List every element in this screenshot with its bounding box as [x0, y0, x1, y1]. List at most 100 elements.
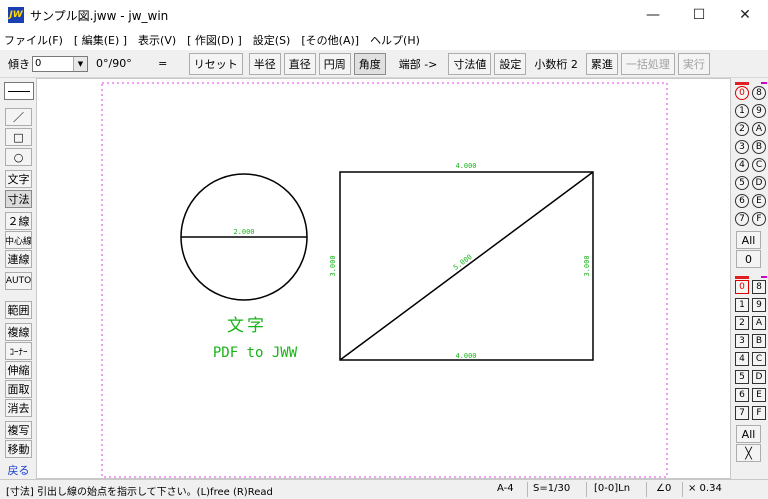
- circumference-button[interactable]: 円周: [318, 52, 351, 75]
- layer-group-a[interactable]: A: [752, 122, 766, 136]
- layer-group-7[interactable]: 7: [735, 212, 749, 226]
- tool-erase[interactable]: 消去: [5, 399, 32, 417]
- menu-view[interactable]: 表示(V): [138, 32, 176, 48]
- layer-2[interactable]: 2: [735, 316, 749, 330]
- status-angle[interactable]: ∠0: [656, 483, 671, 494]
- tool-text[interactable]: 文字: [5, 170, 32, 188]
- chevron-down-icon[interactable]: ▼: [73, 56, 87, 71]
- equal-button[interactable]: =: [151, 53, 175, 75]
- execute-button[interactable]: 実行: [677, 52, 710, 75]
- layer-group-2[interactable]: 2: [735, 122, 749, 136]
- dim-value-button[interactable]: 寸法値: [448, 52, 492, 75]
- layer-group-e[interactable]: E: [752, 194, 766, 208]
- menu-edit[interactable]: [ 編集(E) ]: [74, 32, 127, 48]
- tool-copy[interactable]: 複写: [5, 421, 32, 439]
- tool-offset[interactable]: 複線: [5, 323, 32, 341]
- layer-group-3[interactable]: 3: [735, 140, 749, 154]
- menu-settings[interactable]: 設定(S): [253, 32, 291, 48]
- slope-value: 0: [35, 57, 42, 69]
- layer-0[interactable]: 0: [735, 280, 749, 294]
- layer-group-d[interactable]: D: [752, 176, 766, 190]
- drawing-svg: 2.000 文字 PDF to JWW 4.000 4.000 3.000 3.…: [101, 82, 668, 478]
- slope-label: 傾き: [8, 57, 30, 71]
- tool-dimension[interactable]: 寸法: [5, 190, 32, 208]
- tool-rectangle[interactable]: □: [5, 128, 32, 146]
- tool-range[interactable]: 範囲: [5, 301, 32, 319]
- layer-group-all-button[interactable]: All: [736, 231, 761, 249]
- layer-group-c[interactable]: C: [752, 158, 766, 172]
- status-divider: [646, 482, 647, 497]
- tool-move[interactable]: 移動: [5, 440, 32, 458]
- tool-stretch[interactable]: 伸縮: [5, 361, 32, 379]
- layer-f[interactable]: F: [752, 406, 766, 420]
- tool-connect-line[interactable]: 連線: [5, 250, 32, 268]
- layer-8[interactable]: 8: [752, 280, 766, 294]
- layer-group-f[interactable]: F: [752, 212, 766, 226]
- status-paper[interactable]: A-4: [497, 483, 514, 494]
- menu-file[interactable]: ファイル(F): [4, 32, 63, 48]
- active-group-marker: [735, 82, 749, 85]
- tool-circle[interactable]: ○: [5, 148, 32, 166]
- status-zoom[interactable]: × 0.34: [688, 483, 722, 494]
- minimize-button[interactable]: —: [630, 0, 676, 30]
- line-type-preview[interactable]: [4, 82, 34, 100]
- layer-e[interactable]: E: [752, 388, 766, 402]
- batch-button[interactable]: 一括処理: [620, 52, 675, 75]
- end-button[interactable]: 端部 ->: [394, 53, 443, 75]
- layer-7[interactable]: 7: [735, 406, 749, 420]
- settings-button[interactable]: 設定: [494, 52, 527, 75]
- tool-double-line[interactable]: ２線: [5, 212, 32, 230]
- tool-undo[interactable]: 戻る: [5, 461, 32, 479]
- tool-chamfer[interactable]: 面取: [5, 380, 32, 398]
- status-message: [寸法] 引出し線の始点を指示して下さい。(L)free (R)Read: [6, 487, 273, 498]
- paper-frame: [101, 82, 668, 478]
- drawing-canvas[interactable]: 2.000 文字 PDF to JWW 4.000 4.000 3.000 3.…: [36, 78, 731, 479]
- menu-draw[interactable]: [ 作図(D) ]: [187, 32, 242, 48]
- layer-4[interactable]: 4: [735, 352, 749, 366]
- tool-corner[interactable]: ｺｰﾅｰ: [5, 342, 32, 360]
- layer-group-6[interactable]: 6: [735, 194, 749, 208]
- layer-group-0[interactable]: 0: [735, 86, 749, 100]
- layer-group-b[interactable]: B: [752, 140, 766, 154]
- angle-button[interactable]: 角度: [353, 52, 386, 75]
- layer-d[interactable]: D: [752, 370, 766, 384]
- layer-group-4[interactable]: 4: [735, 158, 749, 172]
- window-title: サンプル図.jww - jw_win: [30, 8, 169, 23]
- reset-button[interactable]: リセット: [188, 52, 243, 75]
- layer-group-5[interactable]: 5: [735, 176, 749, 190]
- layer-cross-button[interactable]: ╳: [736, 444, 761, 462]
- layer-group-1[interactable]: 1: [735, 104, 749, 118]
- close-button[interactable]: ✕: [722, 0, 768, 30]
- layer-group-9[interactable]: 9: [752, 104, 766, 118]
- menu-other[interactable]: [その他(A)]: [301, 32, 359, 48]
- tool-line[interactable]: ／: [5, 108, 32, 126]
- rectangle-diagonal: [339, 171, 594, 361]
- layer-all-button[interactable]: All: [736, 425, 761, 443]
- layer-9[interactable]: 9: [752, 298, 766, 312]
- layer-5[interactable]: 5: [735, 370, 749, 384]
- drawing-text-sub: PDF to JWW: [213, 345, 298, 361]
- maximize-button[interactable]: ☐: [676, 0, 722, 30]
- cumulative-button[interactable]: 累進: [585, 52, 618, 75]
- layer-b[interactable]: B: [752, 334, 766, 348]
- diameter-button[interactable]: 直径: [283, 52, 316, 75]
- tool-auto[interactable]: AUTO: [5, 272, 32, 290]
- layer-marker: [761, 276, 767, 278]
- tool-center-line[interactable]: 中心線: [5, 231, 32, 249]
- layer-c[interactable]: C: [752, 352, 766, 366]
- slope-combo[interactable]: 0 ▼: [32, 55, 88, 72]
- layer-group-8[interactable]: 8: [752, 86, 766, 100]
- status-layer[interactable]: [0-0]Ln: [594, 483, 630, 494]
- layer-6[interactable]: 6: [735, 388, 749, 402]
- layer-3[interactable]: 3: [735, 334, 749, 348]
- layer-a[interactable]: A: [752, 316, 766, 330]
- layer-1[interactable]: 1: [735, 298, 749, 312]
- radius-button[interactable]: 半径: [248, 52, 281, 75]
- decimal-button[interactable]: 小数桁 2: [529, 53, 583, 75]
- layer-group-zero-button[interactable]: 0: [736, 250, 761, 268]
- status-divider: [586, 482, 587, 497]
- menu-help[interactable]: ヘルプ(H): [370, 32, 420, 48]
- status-divider: [682, 482, 683, 497]
- angle-toggle-button[interactable]: 0°/90°: [91, 53, 137, 75]
- status-scale[interactable]: S=1/30: [533, 483, 570, 494]
